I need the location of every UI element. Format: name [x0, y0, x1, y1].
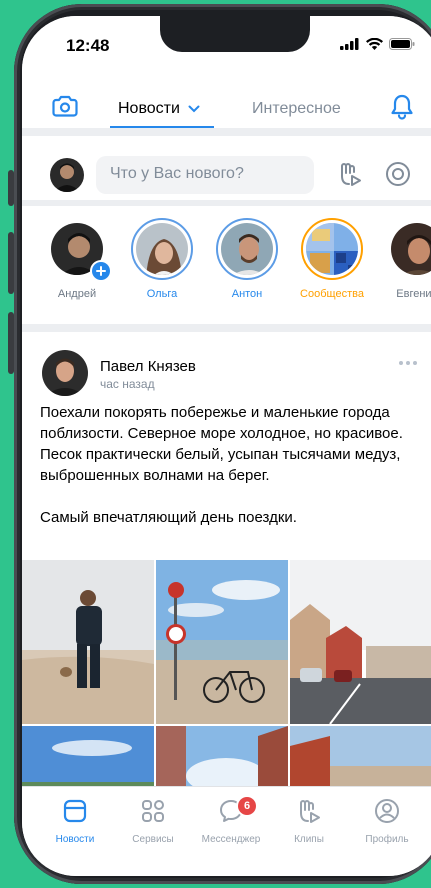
- feed-post: Павел Князев час назад Поехали покорять …: [22, 332, 431, 812]
- services-icon: [142, 800, 164, 822]
- phone-volume-up: [8, 232, 14, 294]
- camera-notch: [160, 16, 310, 52]
- post-photo[interactable]: [156, 560, 288, 724]
- tabbar-label: Клипы: [294, 834, 324, 845]
- post-author-name[interactable]: Павел Князев: [100, 358, 196, 375]
- story-ring: [301, 218, 363, 280]
- status-time: 12:48: [66, 36, 110, 55]
- avatar-image: [50, 158, 84, 192]
- story-ring: [216, 218, 278, 280]
- tabbar-label: Новости: [55, 834, 95, 845]
- tab-interesting[interactable]: Интересное: [252, 100, 341, 118]
- my-avatar[interactable]: [50, 158, 84, 192]
- story-item[interactable]: Антон: [208, 218, 286, 300]
- tabbar-item-messenger[interactable]: 6 Мессенджер: [194, 797, 268, 845]
- story-ring: [386, 218, 431, 280]
- tabbar-label: Профиль: [365, 834, 409, 845]
- tabbar-item-services[interactable]: Сервисы: [116, 797, 190, 845]
- compose-input[interactable]: Что у Вас нового?: [96, 156, 314, 194]
- bottom-tab-bar: Новости Сервисы 6 Мессенджер Клипы Профи…: [22, 786, 431, 876]
- story-avatar: [221, 223, 273, 275]
- top-header: Новости Интересное: [22, 68, 431, 128]
- status-icons: [340, 38, 415, 50]
- story-name: Андрей: [57, 288, 97, 300]
- story-name: Сообщества: [300, 288, 364, 300]
- post-more-button[interactable]: [398, 350, 418, 371]
- app-screen: 12:48 Новости Интересное Что у Вас новог…: [22, 16, 431, 876]
- compose-bar: Что у Вас нового?: [22, 136, 431, 200]
- post-photo[interactable]: [22, 560, 154, 724]
- tabbar-item-clips[interactable]: Клипы: [272, 797, 346, 845]
- bell-icon: [391, 94, 413, 120]
- plus-icon: [96, 266, 106, 276]
- tabbar-item-profile[interactable]: Профиль: [350, 797, 424, 845]
- profile-icon: [375, 799, 399, 823]
- story-name: Антон: [231, 288, 263, 300]
- messenger-unread-badge: 6: [238, 797, 256, 815]
- story-avatar: [306, 223, 358, 275]
- tabbar-item-news[interactable]: Новости: [38, 797, 112, 845]
- story-item[interactable]: Евгений: [378, 218, 431, 300]
- tabbar-label: Мессенджер: [201, 834, 261, 845]
- story-create-button[interactable]: [384, 160, 412, 193]
- wifi-icon: [366, 38, 383, 50]
- notifications-button[interactable]: [390, 94, 414, 125]
- chevron-down-icon: [188, 105, 200, 113]
- add-story-button[interactable]: [92, 262, 110, 280]
- story-avatar: [136, 223, 188, 275]
- clip-icon: [341, 163, 361, 186]
- clips-icon: [300, 800, 320, 823]
- post-photo[interactable]: [290, 560, 431, 724]
- story-item[interactable]: Сообщества: [293, 218, 371, 300]
- post-photo-grid: [22, 560, 431, 812]
- story-item[interactable]: Ольга: [123, 218, 201, 300]
- story-ring: [46, 218, 110, 280]
- battery-icon: [389, 38, 415, 50]
- clip-create-button[interactable]: [336, 160, 364, 193]
- camera-icon: [52, 95, 78, 117]
- tabbar-label: Сервисы: [132, 834, 174, 845]
- story-circle-icon: [386, 162, 410, 186]
- post-text: Поехали покорять побережье и маленькие г…: [40, 402, 420, 528]
- active-tab-indicator: [110, 126, 214, 128]
- story-item[interactable]: Андрей: [38, 218, 116, 300]
- tab-news[interactable]: Новости: [118, 100, 200, 118]
- story-name: Евгений: [396, 288, 431, 300]
- tab-news-label: Новости: [118, 100, 180, 117]
- post-timestamp: час назад: [100, 377, 155, 391]
- more-dots-icon: [399, 361, 417, 365]
- post-author-avatar[interactable]: [42, 350, 88, 396]
- phone-mute-switch: [8, 170, 14, 206]
- news-icon: [63, 799, 87, 823]
- stories-row: Андрей Ольга Антон Сообщества Евгени: [22, 206, 431, 324]
- story-avatar: [391, 223, 431, 275]
- story-name: Ольга: [146, 288, 178, 300]
- avatar-image: [42, 350, 88, 396]
- story-ring: [131, 218, 193, 280]
- post-text-paragraph: Поехали покорять побережье и маленькие г…: [40, 404, 403, 484]
- signal-icon: [340, 38, 359, 50]
- post-text-paragraph: Самый впечатляющий день поездки.: [40, 509, 297, 526]
- camera-button[interactable]: [52, 94, 78, 123]
- phone-volume-down: [8, 312, 14, 374]
